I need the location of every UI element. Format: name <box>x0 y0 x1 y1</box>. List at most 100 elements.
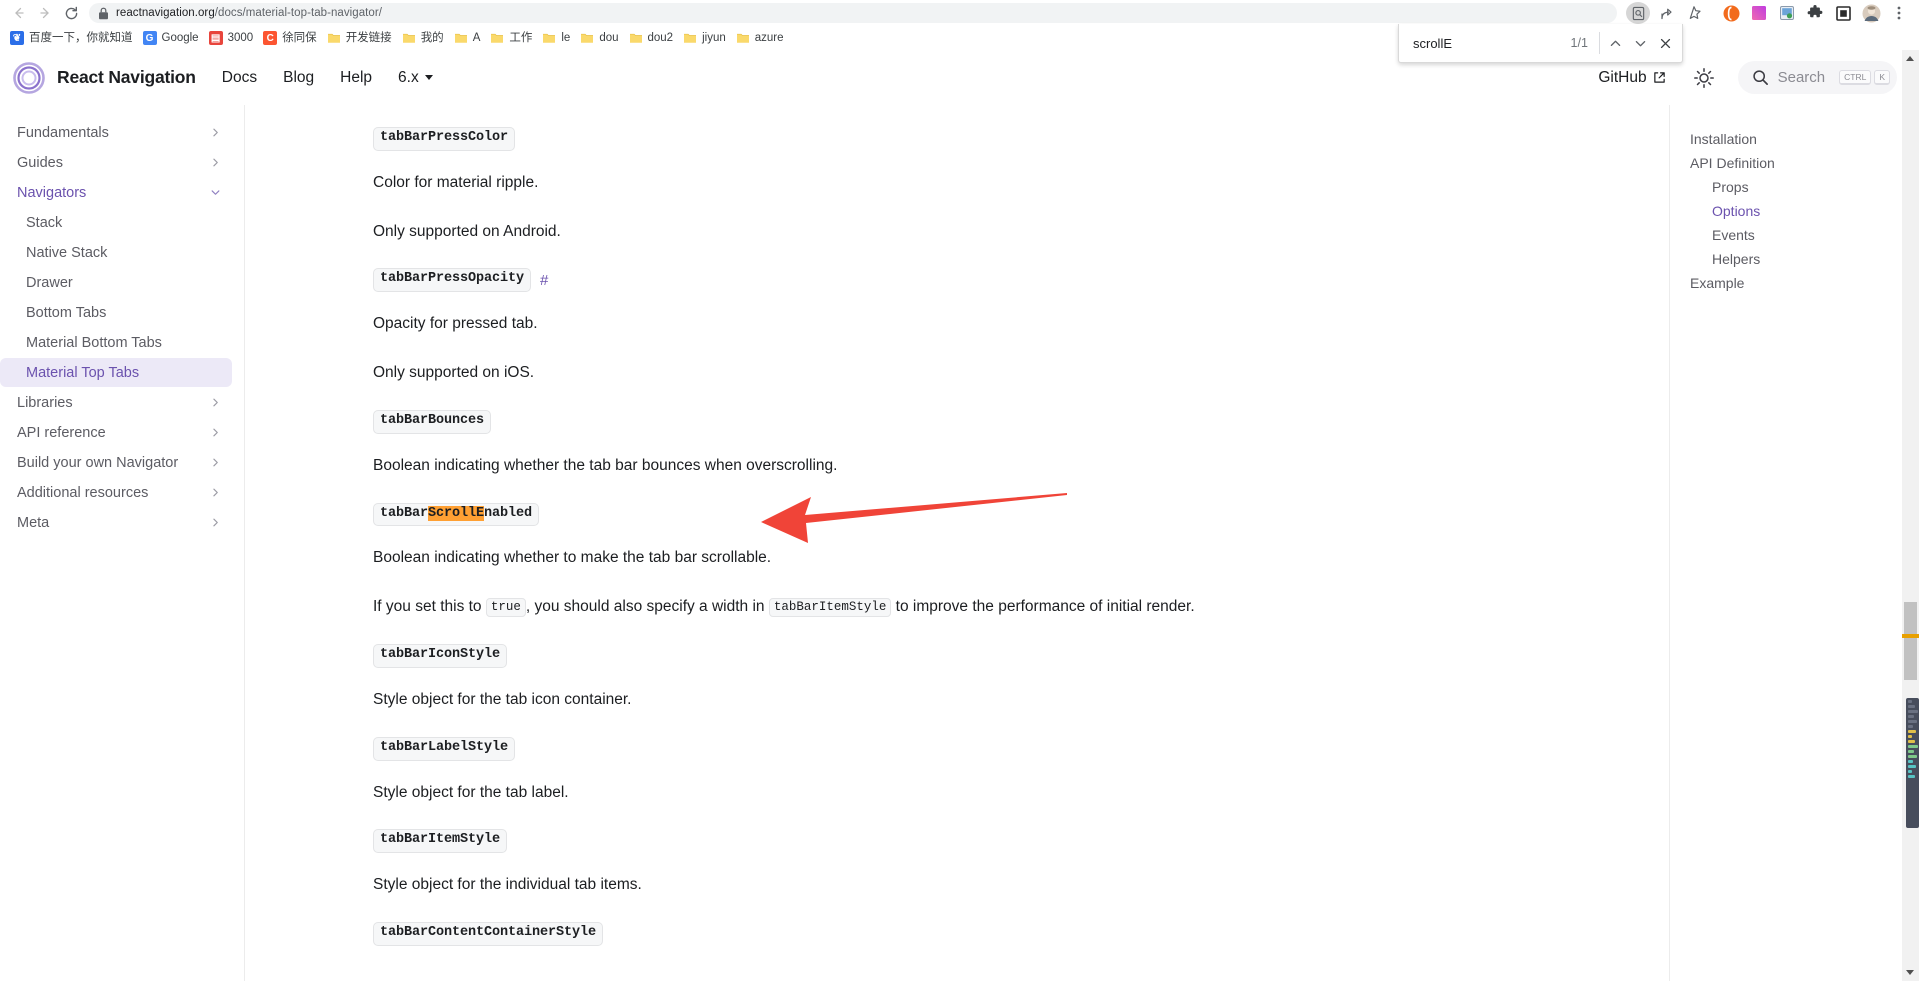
bookmark-item[interactable]: 我的 <box>398 29 450 47</box>
extension-opera-icon[interactable] <box>1719 2 1743 24</box>
toc-item-api-definition[interactable]: API Definition <box>1686 151 1919 175</box>
forward-button[interactable] <box>32 0 58 26</box>
sidebar-item-drawer[interactable]: Drawer <box>0 268 232 297</box>
toc-item-example[interactable]: Example <box>1686 271 1919 295</box>
chevron-down-icon <box>424 75 433 80</box>
prop-block: tabBarLabelStyle Style object for the tab… <box>373 736 1669 806</box>
extension-square-icon[interactable] <box>1831 2 1855 24</box>
extension-gradient-icon[interactable] <box>1747 2 1771 24</box>
minimap-line <box>1908 750 1914 753</box>
bookmark-label: 徐同保 <box>282 32 317 44</box>
find-previous-button[interactable] <box>1603 29 1628 57</box>
sidebar-item-api-reference[interactable]: API reference <box>0 418 232 447</box>
find-match-highlight: ScrollE <box>428 505 485 521</box>
minimap-line <box>1908 710 1918 713</box>
nav-link-help[interactable]: Help <box>340 69 372 87</box>
bookmark-item[interactable]: le <box>538 29 576 47</box>
sidebar-item-meta[interactable]: Meta <box>0 508 232 537</box>
toc-item-helpers[interactable]: Helpers <box>1686 247 1919 271</box>
nav-link-docs[interactable]: Docs <box>222 69 257 87</box>
chevron-right-icon <box>209 156 222 169</box>
folder-icon <box>402 31 416 45</box>
sidebar-item-label: Stack <box>26 214 63 231</box>
main-content: tabBarPressColor Color for material rippl… <box>245 105 1669 981</box>
toc-item-label: Helpers <box>1712 251 1761 267</box>
prop-block: tabBarIconStyle Style object for the tab … <box>373 644 1669 713</box>
version-dropdown[interactable]: 6.x <box>398 69 433 87</box>
sidebar-item-native-stack[interactable]: Native Stack <box>0 238 232 267</box>
bookmark-item[interactable]: ❦ 百度一下，你就知道 <box>6 29 139 47</box>
sidebar-item-build-your-own-navigator[interactable]: Build your own Navigator <box>0 448 232 477</box>
bookmark-item[interactable]: 开发链接 <box>323 29 398 47</box>
bookmark-item[interactable]: A <box>450 29 487 47</box>
sidebar-item-stack[interactable]: Stack <box>0 208 232 237</box>
chrome-menu-icon[interactable] <box>1887 2 1911 24</box>
minimap-line <box>1908 770 1912 773</box>
nav-link-blog[interactable]: Blog <box>283 69 314 87</box>
find-in-page-bar: 1/1 <box>1398 24 1683 63</box>
prop-heading: tabBarLabelStyle <box>373 736 1669 761</box>
sidebar-item-bottom-tabs[interactable]: Bottom Tabs <box>0 298 232 327</box>
prop-heading: tabBarBounces <box>373 409 1669 434</box>
find-input[interactable] <box>1413 35 1571 51</box>
share-icon[interactable] <box>1654 2 1678 24</box>
minimap-line <box>1908 760 1913 763</box>
minimap-line <box>1908 725 1913 728</box>
sidebar-item-label: Drawer <box>26 274 73 291</box>
toc-item-installation[interactable]: Installation <box>1686 127 1919 151</box>
minimap-line <box>1908 765 1916 768</box>
search-icon <box>1752 70 1768 85</box>
prop-name-code: tabBarIconStyle <box>373 644 508 668</box>
back-button[interactable] <box>6 0 32 26</box>
scrollbar-down-arrow-icon[interactable] <box>1906 970 1914 975</box>
bookmark-label: azure <box>754 32 784 44</box>
scrollbar-thumb[interactable] <box>1904 602 1917 680</box>
bookmark-item[interactable]: dou2 <box>625 29 680 47</box>
extension-screenshot-icon[interactable] <box>1775 2 1799 24</box>
sidebar-item-material-top-tabs[interactable]: Material Top Tabs <box>0 358 232 387</box>
chevron-right-icon <box>209 486 222 499</box>
page-viewport: React Navigation Docs Blog Help 6.x GitH… <box>0 50 1919 981</box>
sidebar-item-libraries[interactable]: Libraries <box>0 388 232 417</box>
chevron-right-icon <box>209 396 222 409</box>
page-scrollbar[interactable] <box>1902 50 1919 981</box>
address-bar[interactable]: reactnavigation.org/docs/material-top-ta… <box>89 3 1617 23</box>
profile-avatar-icon[interactable] <box>1859 2 1883 24</box>
reload-button[interactable] <box>58 0 84 26</box>
toc-item-label: Example <box>1690 275 1745 291</box>
lock-icon <box>98 7 109 20</box>
github-link[interactable]: GitHub <box>1598 69 1665 87</box>
find-next-button[interactable] <box>1628 29 1653 57</box>
page-search-icon[interactable] <box>1626 2 1650 24</box>
chevron-right-icon <box>209 456 222 469</box>
toc-item-events[interactable]: Events <box>1686 223 1919 247</box>
toc-item-props[interactable]: Props <box>1686 175 1919 199</box>
sidebar-item-fundamentals[interactable]: Fundamentals <box>0 118 232 147</box>
extensions-puzzle-icon[interactable] <box>1803 2 1827 24</box>
bookmark-item[interactable]: azure <box>732 29 790 47</box>
sidebar-item-guides[interactable]: Guides <box>0 148 232 177</box>
brand[interactable]: React Navigation <box>12 61 196 95</box>
search-button[interactable]: Search CTRL K <box>1737 61 1897 94</box>
bookmark-item[interactable]: 工作 <box>486 29 538 47</box>
theme-toggle-button[interactable] <box>1691 65 1717 91</box>
bookmark-star-icon[interactable] <box>1682 2 1706 24</box>
inline-code: tabBarItemStyle <box>768 598 892 618</box>
sidebar-item-material-bottom-tabs[interactable]: Material Bottom Tabs <box>0 328 232 357</box>
toc-item-options[interactable]: Options <box>1686 199 1919 223</box>
scrollbar-up-arrow-icon[interactable] <box>1906 56 1914 61</box>
bookmark-item[interactable]: ▤ 3000 <box>205 29 260 47</box>
code-minimap-overlay <box>1906 698 1919 828</box>
anchor-link-icon[interactable]: # <box>540 272 548 289</box>
bookmark-item[interactable]: C 徐同保 <box>259 29 323 47</box>
bookmark-item[interactable]: jiyun <box>679 29 732 47</box>
sidebar-item-additional-resources[interactable]: Additional resources <box>0 478 232 507</box>
chevron-down-icon <box>209 186 222 199</box>
bookmark-item[interactable]: G Google <box>139 29 205 47</box>
bookmark-item[interactable]: dou <box>576 29 624 47</box>
find-close-button[interactable] <box>1653 29 1678 57</box>
external-link-icon <box>1653 72 1665 83</box>
url-domain: reactnavigation.org <box>116 7 215 19</box>
browser-toolbar: reactnavigation.org/docs/material-top-ta… <box>0 0 1919 26</box>
sidebar-item-navigators[interactable]: Navigators <box>0 178 232 207</box>
